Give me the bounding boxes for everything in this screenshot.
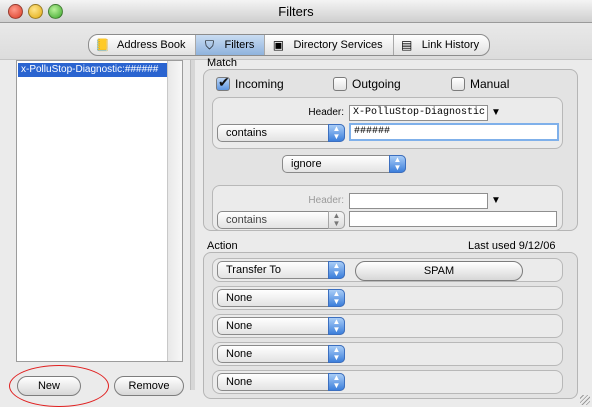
action-3-popup[interactable]: None ▲ ▼ [217,317,345,335]
filter-list-item[interactable]: x-PolluStop-Diagnostic:###### [18,63,169,77]
popup-arrows-icon: ▲ ▼ [328,289,345,307]
remove-filter-button[interactable]: Remove [114,376,184,396]
tab-label: Directory Services [293,39,383,51]
last-used-label: Last used 9/12/06 [468,240,556,252]
tab-bar: 📒 Address Book ⛉ Filters ▣ Directory Ser… [88,34,491,56]
popup-value: contains [226,214,267,226]
directory-services-icon: ▣ [272,38,285,52]
tab-link-history[interactable]: ▤ Link History [394,35,489,55]
resize-grip-icon[interactable] [580,395,590,405]
popup-arrows-icon: ▲ ▼ [328,317,345,335]
manual-label: Manual [470,77,510,91]
popup-arrows-icon: ▲ ▼ [328,345,345,363]
annotation-circle [9,365,109,407]
criterion-2-operator-popup[interactable]: contains ▲ ▼ [217,211,345,229]
outgoing-label: Outgoing [352,77,401,91]
outgoing-checkbox[interactable]: Outgoing [333,77,401,91]
checkbox-box [216,74,230,91]
tab-label: Link History [421,39,480,51]
popup-arrows-icon: ▲ ▼ [328,261,345,279]
action-2-popup[interactable]: None ▲ ▼ [217,289,345,307]
link-history-icon: ▤ [401,38,413,52]
filters-icon: ⛉ [204,38,214,52]
address-book-icon: 📒 [95,38,110,52]
checkbox-box [333,77,347,91]
criterion-1-header-label: Header: [308,107,344,118]
popup-arrows-icon: ▲ ▼ [389,155,406,173]
tab-address-book[interactable]: 📒 Address Book [89,35,197,55]
match-title: Match [207,57,237,69]
popup-value: None [226,348,253,360]
popup-arrows-icon: ▲ ▼ [328,211,345,229]
incoming-checkbox[interactable]: Incoming [216,74,284,91]
popup-value: contains [226,127,267,139]
title-bar: Filters [0,0,592,23]
action-1-popup[interactable]: Transfer To ▲ ▼ [217,261,345,279]
incoming-label: Incoming [235,77,284,91]
criterion-2-header-label: Header: [308,195,344,206]
transfer-target-button[interactable]: SPAM [355,261,523,281]
action-title: Action [207,240,238,252]
popup-value: None [226,292,253,304]
manual-checkbox[interactable]: Manual [451,77,509,91]
popup-arrows-icon: ▲ ▼ [328,124,345,142]
popup-value: None [226,320,253,332]
tab-directory-services[interactable]: ▣ Directory Services [265,35,394,55]
criterion-2-value-field[interactable] [349,211,557,227]
action-5-popup[interactable]: None ▲ ▼ [217,373,345,391]
popup-value: ignore [291,158,322,170]
popup-value: None [226,376,253,388]
criterion-2-header-field[interactable] [349,193,488,209]
header-dropdown-arrow-icon[interactable]: ▼ [491,195,501,206]
criterion-1-value-field[interactable]: ###### [349,123,559,141]
tab-filters[interactable]: ⛉ Filters [196,35,266,55]
popup-arrows-icon: ▲ ▼ [328,373,345,391]
criterion-1-header-field[interactable]: X-PolluStop-Diagnostic [349,105,488,121]
tab-label: Address Book [117,39,186,51]
header-dropdown-arrow-icon[interactable]: ▼ [491,107,501,118]
checkbox-box [451,77,465,91]
split-view-divider[interactable] [190,60,195,390]
action-4-popup[interactable]: None ▲ ▼ [217,345,345,363]
criterion-1-operator-popup[interactable]: contains ▲ ▼ [217,124,345,142]
conjunction-popup[interactable]: ignore ▲ ▼ [282,155,406,173]
filter-list-scrollbar[interactable] [167,61,182,361]
window-title: Filters [278,4,314,19]
tab-label: Filters [224,39,255,51]
popup-value: Transfer To [226,264,282,276]
filter-list[interactable]: x-PolluStop-Diagnostic:###### [16,60,183,362]
